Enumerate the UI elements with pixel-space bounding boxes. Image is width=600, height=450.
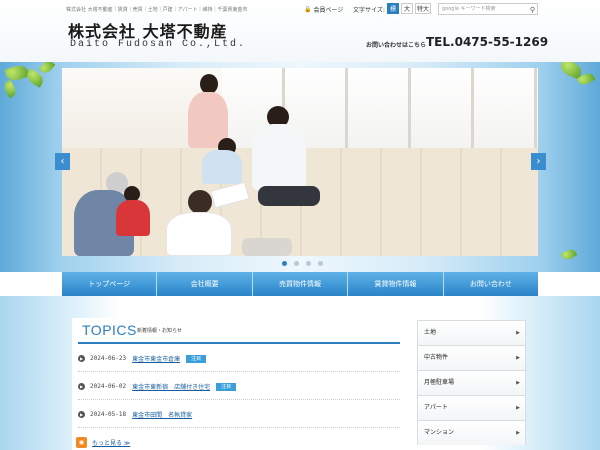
leaf-decoration bbox=[1, 79, 19, 99]
person-girl bbox=[116, 200, 150, 236]
news-title-link[interactable]: 東金市田間 名執貸家 bbox=[132, 410, 192, 419]
sidebar-item-mansion[interactable]: マンション ▶ bbox=[417, 420, 526, 445]
slider-dot[interactable] bbox=[306, 261, 311, 266]
leaf-decoration bbox=[38, 62, 56, 76]
search-icon[interactable]: ⚲ bbox=[530, 5, 535, 15]
slider-pagination bbox=[282, 261, 323, 266]
person-child bbox=[202, 150, 242, 184]
news-item: ▶ 2024-05-18 東金市田間 名執貸家 bbox=[78, 402, 400, 428]
contact-label: お問い合わせはこちら bbox=[366, 42, 427, 49]
nav-item-top[interactable]: トップページ bbox=[62, 272, 158, 296]
more-news-link[interactable]: ◉ もっと見る ≫ bbox=[76, 437, 130, 448]
person-legs bbox=[258, 186, 320, 206]
property-category-sidebar: 土地 ▶ 中古物件 ▶ 月極駐車場 ▶ アパート ▶ マンション ▶ bbox=[417, 320, 526, 450]
chevron-right-icon: ▶ bbox=[516, 380, 520, 386]
topics-subtitle: 新着情報・お知らせ bbox=[137, 328, 182, 334]
site-tagline: 株式会社 大塔不動産｜賃貸｜売買｜土地｜戸建｜アパート｜維持｜千葉県東金市 bbox=[66, 7, 248, 13]
bullet-arrow-icon: ▶ bbox=[78, 411, 85, 418]
news-title-link[interactable]: 東金市東金市倉庫 bbox=[132, 354, 180, 363]
sidebar-item-label: アパート bbox=[424, 404, 448, 411]
person-head bbox=[200, 74, 218, 94]
site-header: 株式会社 大塔不動産｜賃貸｜売買｜土地｜戸建｜アパート｜維持｜千葉県東金市 株式… bbox=[0, 0, 600, 62]
chevron-right-icon: ▶ bbox=[516, 330, 520, 336]
slider-prev-button[interactable]: ‹ bbox=[55, 153, 70, 170]
news-item: ▶ 2024-06-23 東金市東金市倉庫 注目 bbox=[78, 346, 400, 372]
sidebar-item-label: マンション bbox=[424, 429, 455, 436]
nav-item-company[interactable]: 会社概要 bbox=[157, 272, 253, 296]
font-size-standard-button[interactable]: 標準 bbox=[387, 3, 399, 24]
chevron-right-icon: ▶ bbox=[516, 430, 520, 436]
news-badge: 注目 bbox=[186, 354, 207, 363]
lock-icon: 🔒 bbox=[304, 6, 312, 13]
news-title-link[interactable]: 東金市東新宿 店舗付き住宅 bbox=[132, 382, 210, 391]
chevron-right-icon: ▶ bbox=[516, 355, 520, 361]
sidebar-item-label: 土地 bbox=[424, 329, 437, 336]
search-input[interactable]: google キーワード検索 ⚲ bbox=[438, 3, 538, 15]
topics-divider bbox=[78, 342, 400, 344]
slider-dot[interactable] bbox=[282, 261, 287, 266]
member-page-link[interactable]: 🔒 会員ページ bbox=[304, 5, 343, 14]
nav-item-sale-properties[interactable]: 売買物件情報 bbox=[252, 272, 349, 296]
sidebar-item-label: 中古物件 bbox=[424, 354, 449, 361]
slider-dot[interactable] bbox=[294, 261, 299, 266]
news-date: 2024-06-23 bbox=[90, 355, 127, 362]
more-news-label: もっと見る ≫ bbox=[92, 440, 131, 447]
topics-title: TOPICS bbox=[82, 322, 137, 338]
news-badge: 注目 bbox=[216, 382, 237, 391]
news-date: 2024-05-18 bbox=[90, 411, 127, 418]
bullet-arrow-icon: ▶ bbox=[78, 355, 85, 362]
sidebar-item-apartment[interactable]: アパート ▶ bbox=[417, 395, 526, 420]
news-date: 2024-06-02 bbox=[90, 383, 127, 390]
sidebar-item-label: 月極駐車場 bbox=[424, 379, 455, 386]
sidebar-item-land[interactable]: 土地 ▶ bbox=[417, 320, 526, 345]
sidebar-item-monthly-parking[interactable]: 月極駐車場 ▶ bbox=[417, 370, 526, 395]
member-page-label: 会員ページ bbox=[313, 7, 344, 14]
person-head bbox=[188, 190, 212, 214]
cushion bbox=[242, 238, 292, 256]
font-size-label: 文字サイズ: bbox=[353, 7, 385, 14]
nav-item-contact[interactable]: お問い合わせ bbox=[443, 272, 539, 296]
bullet-arrow-icon: ▶ bbox=[78, 383, 85, 390]
hero-slide-image[interactable] bbox=[62, 68, 538, 256]
main-navigation: トップページ 会社概要 売買物件情報 賃貸物件情報 お問い合わせ bbox=[62, 272, 539, 296]
rss-icon: ◉ bbox=[76, 437, 87, 448]
person-grandmother bbox=[166, 212, 232, 256]
nav-item-rental-properties[interactable]: 賃貸物件情報 bbox=[348, 272, 444, 296]
chevron-right-icon: ▶ bbox=[516, 405, 520, 411]
site-logo-english: Daito Fudosan Co.,Ltd. bbox=[70, 39, 247, 50]
person-father bbox=[252, 124, 306, 190]
font-size-large-button[interactable]: 大 bbox=[401, 3, 413, 14]
leaf-decoration bbox=[560, 247, 578, 262]
news-item: ▶ 2024-06-02 東金市東新宿 店舗付き住宅 注目 bbox=[78, 374, 400, 400]
slider-next-button[interactable]: › bbox=[531, 153, 546, 170]
contact-phone[interactable]: TEL.0475-55-1269 bbox=[426, 35, 548, 49]
slider-dot[interactable] bbox=[318, 261, 323, 266]
search-placeholder: google キーワード検索 bbox=[442, 6, 496, 12]
font-size-xlarge-button[interactable]: 特大 bbox=[415, 3, 431, 14]
sidebar-item-used-property[interactable]: 中古物件 ▶ bbox=[417, 345, 526, 370]
